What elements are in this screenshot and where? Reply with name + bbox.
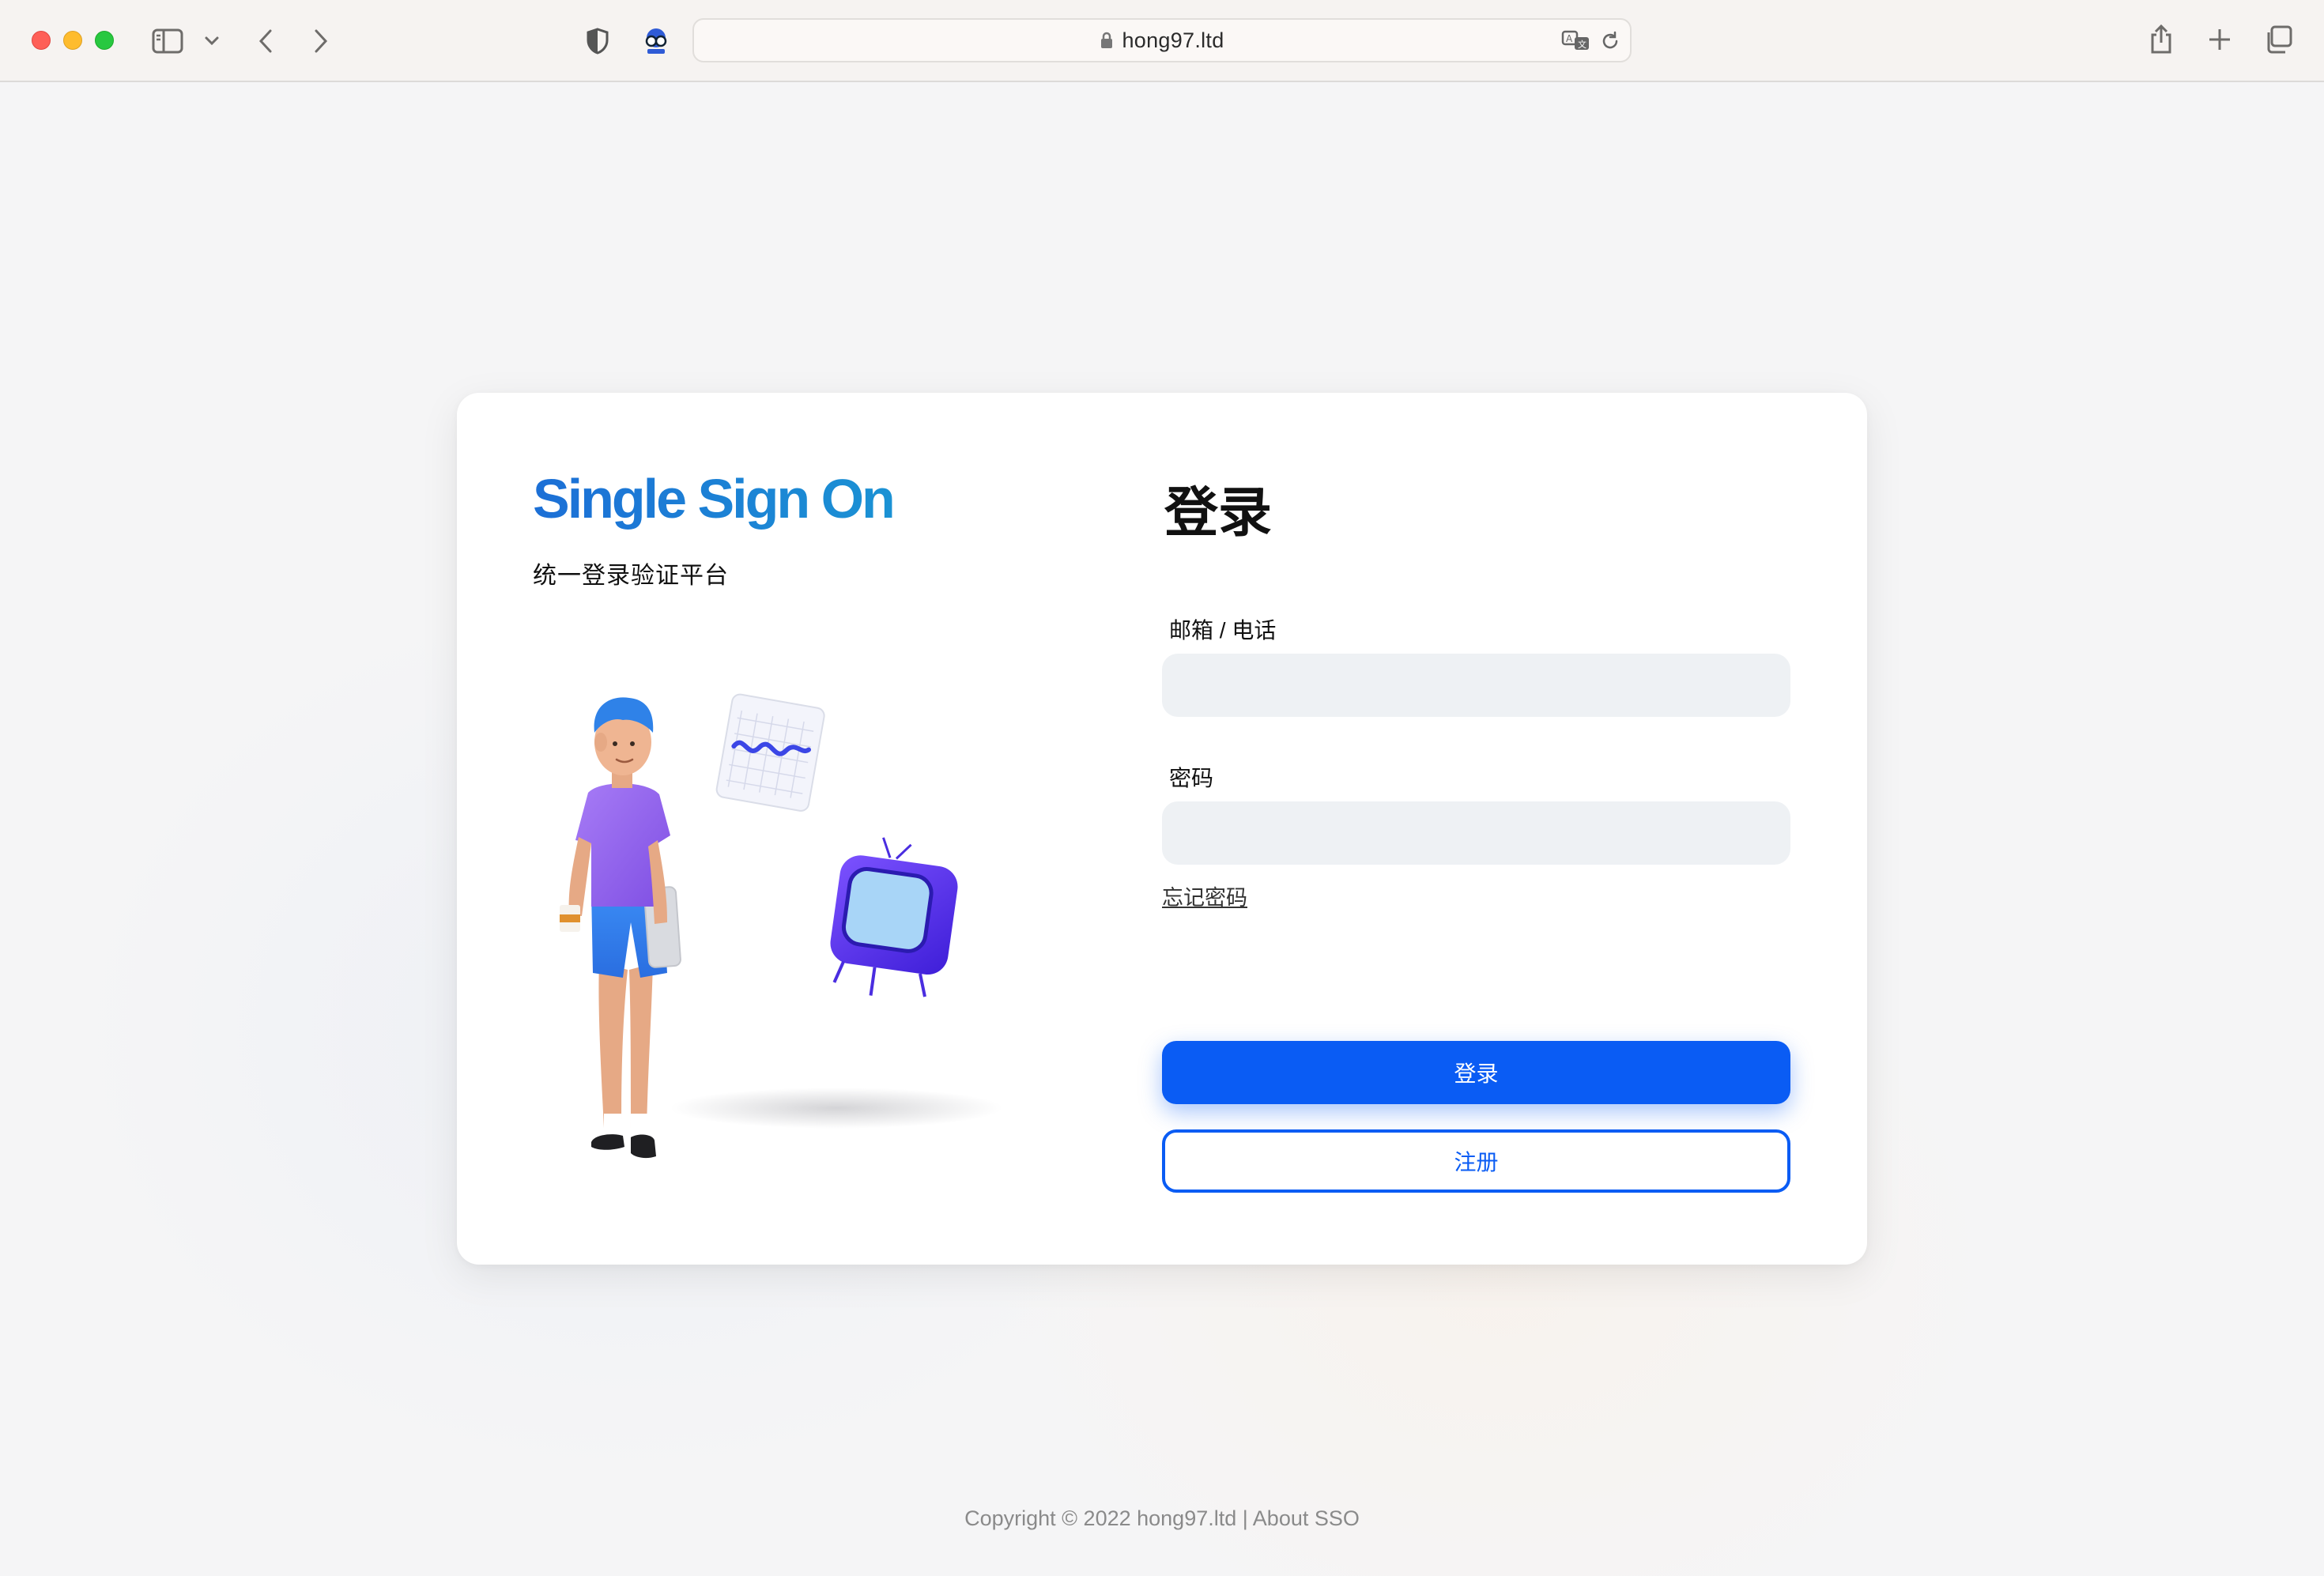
back-arrow-icon[interactable] — [253, 24, 278, 58]
browser-toolbar: hong97.ltd A文 — [0, 0, 2324, 82]
person-illustration — [560, 693, 1002, 1159]
share-icon[interactable] — [2147, 22, 2175, 57]
person-figure — [560, 697, 681, 1159]
login-button[interactable]: 登录 — [1162, 1041, 1790, 1104]
forgot-password-link[interactable]: 忘记密码 — [1162, 880, 1247, 911]
translate-icon[interactable]: A文 — [1560, 28, 1592, 55]
chart-card-illustration — [715, 693, 825, 812]
forward-arrow-icon[interactable] — [308, 24, 334, 58]
sidebar-icon[interactable] — [150, 25, 185, 57]
reload-icon[interactable] — [1598, 29, 1622, 53]
svg-text:A: A — [1566, 33, 1573, 44]
footer: Copyright © 2022 hong97.ltd | About SSO — [0, 1506, 2324, 1531]
email-field[interactable] — [1162, 654, 1790, 717]
footer-separator: | — [1242, 1506, 1248, 1530]
close-window-button[interactable] — [32, 31, 51, 50]
brand-title: Single Sign On — [533, 468, 896, 530]
floor-shadow — [670, 1088, 1002, 1129]
tv-illustration — [830, 837, 958, 997]
password-label: 密码 — [1169, 766, 1214, 790]
password-field[interactable] — [1162, 801, 1790, 865]
plus-icon[interactable] — [2205, 25, 2234, 54]
svg-text:文: 文 — [1578, 39, 1586, 50]
chevron-down-icon[interactable] — [201, 30, 223, 52]
zoom-window-button[interactable] — [95, 31, 114, 50]
about-sso-link[interactable]: About SSO — [1253, 1506, 1360, 1530]
login-title: 登录 — [1164, 483, 1273, 543]
email-label: 邮箱 / 电话 — [1169, 618, 1277, 643]
url-text: hong97.ltd — [1122, 28, 1224, 52]
tab-overview-icon[interactable] — [2262, 24, 2294, 55]
minimize-window-button[interactable] — [63, 31, 82, 50]
privacy-shield-icon[interactable] — [583, 25, 612, 57]
address-bar[interactable]: hong97.ltd A文 — [692, 18, 1632, 62]
login-card: Single Sign On 统一登录验证平台 登录 邮箱 / 电话 密码 忘记… — [457, 393, 1867, 1265]
extension-icon[interactable] — [639, 24, 673, 58]
lock-icon — [1100, 31, 1114, 50]
register-button[interactable]: 注册 — [1162, 1129, 1790, 1193]
copyright-text: Copyright © 2022 hong97.ltd — [964, 1506, 1237, 1530]
page-background: Single Sign On 统一登录验证平台 登录 邮箱 / 电话 密码 忘记… — [0, 84, 2324, 1576]
brand-subtitle: 统一登录验证平台 — [533, 563, 729, 589]
